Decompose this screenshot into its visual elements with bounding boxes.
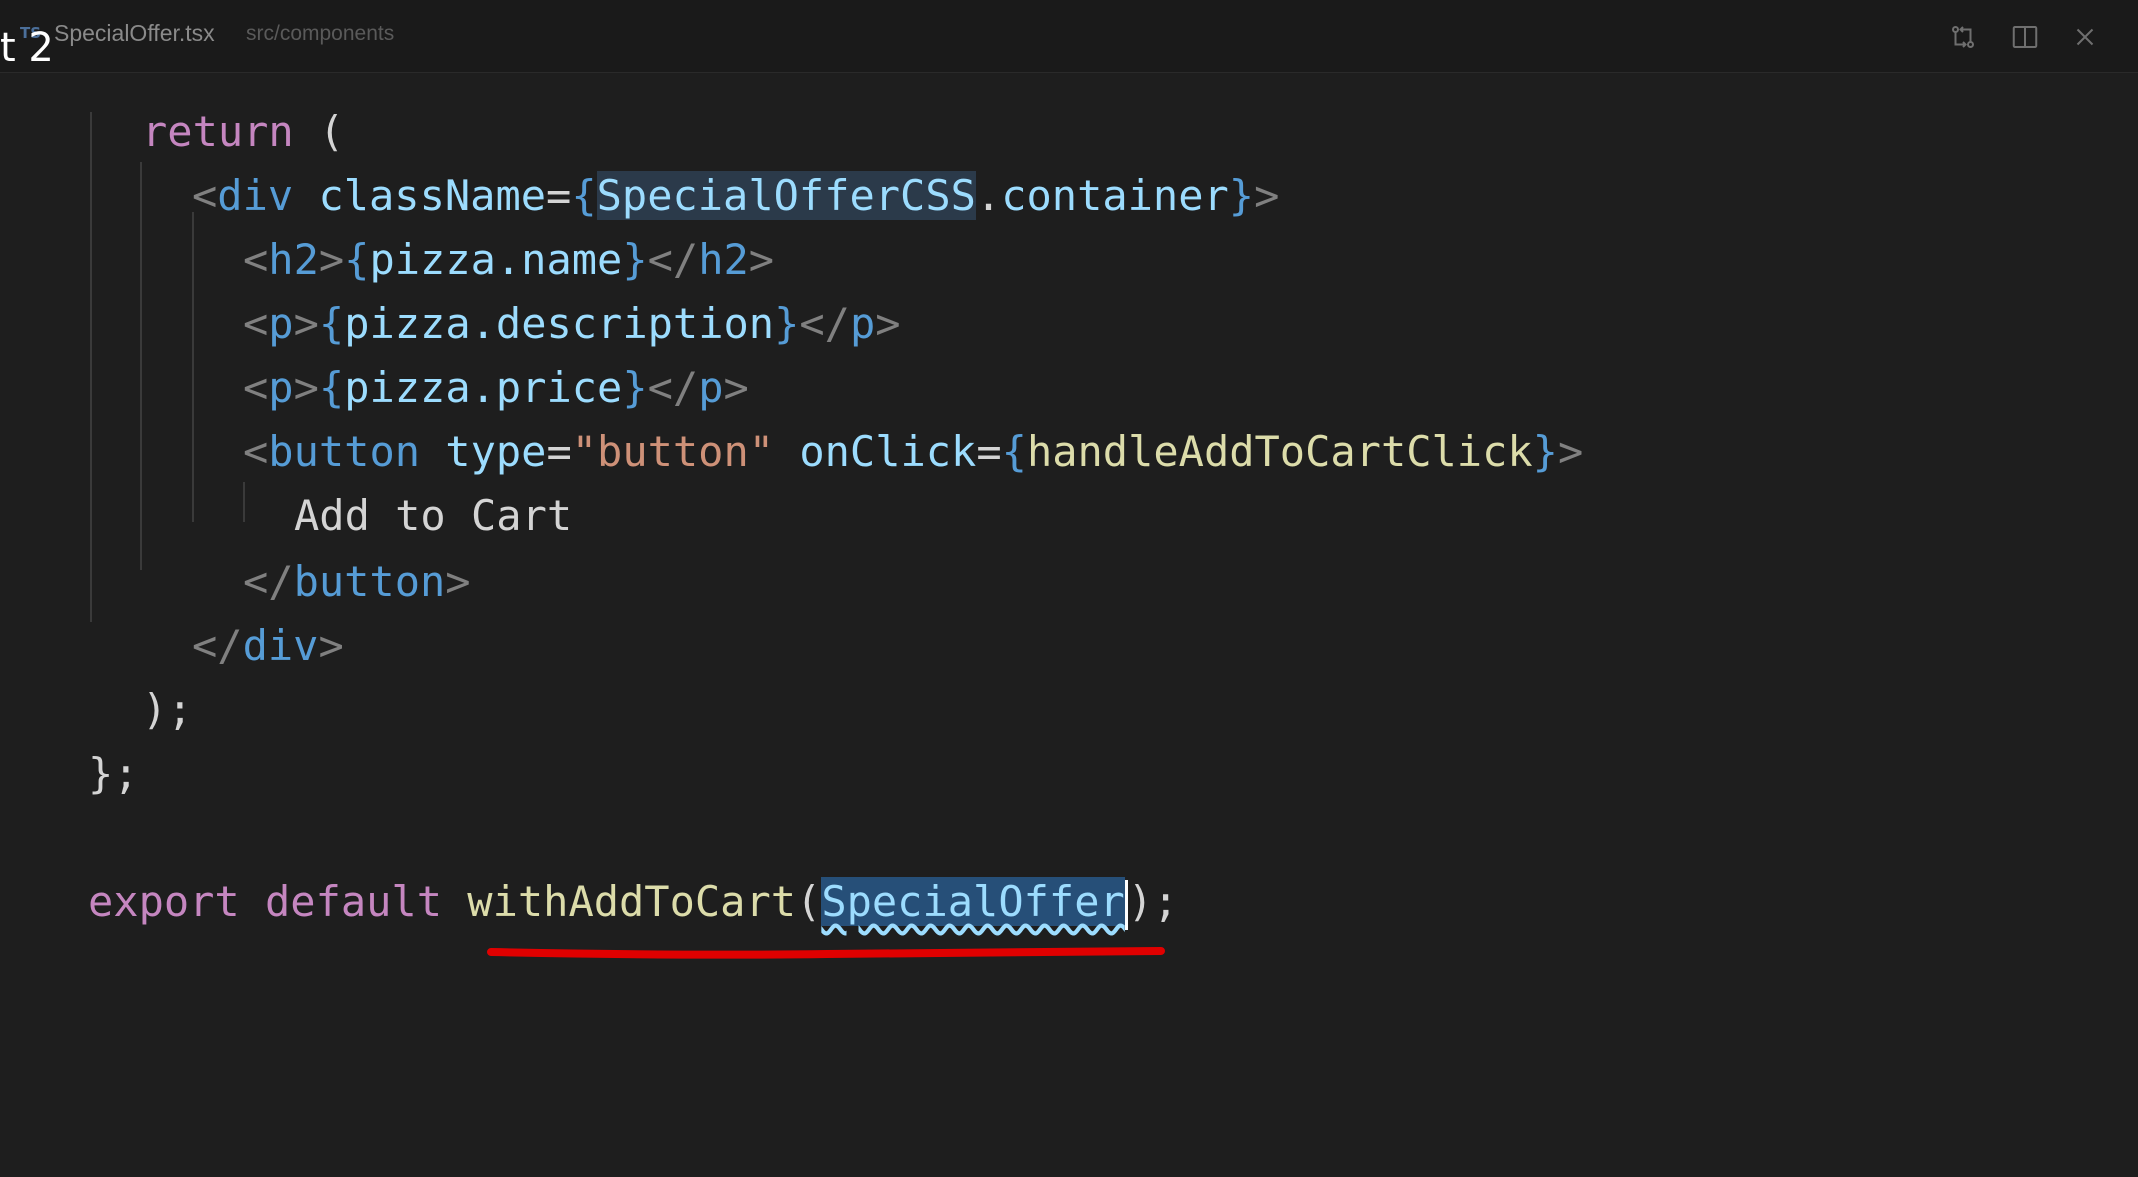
code-line-4: <p>{pizza.description}</p> xyxy=(243,299,901,348)
indent-guide xyxy=(243,482,245,522)
code-line-5: <p>{pizza.price}</p> xyxy=(243,363,749,412)
code-line-3: <h2>{pizza.name}</h2> xyxy=(243,235,775,284)
overlay-caption: t 2 xyxy=(0,25,54,71)
compare-changes-icon[interactable] xyxy=(1946,20,1980,54)
code-line-2: <div className={SpecialOfferCSS.containe… xyxy=(192,171,1280,220)
file-tab-name[interactable]: SpecialOffer.tsx xyxy=(54,20,215,47)
code-editor[interactable]: return ( <div className={SpecialOfferCSS… xyxy=(0,72,2138,1177)
indent-guide xyxy=(140,162,142,570)
editor-title-bar: TS SpecialOffer.tsx src/components t 2 xyxy=(0,0,2138,73)
split-editor-icon[interactable] xyxy=(2008,20,2042,54)
selected-identifier[interactable]: SpecialOffer xyxy=(821,877,1125,926)
code-line-10: ); xyxy=(142,685,193,734)
code-line-6: <button type="button" onClick={handleAdd… xyxy=(243,427,1584,476)
code-line-11: }; xyxy=(88,749,139,798)
code-line-7: Add to Cart xyxy=(294,491,573,540)
code-line-9: </div> xyxy=(192,621,344,670)
close-icon[interactable] xyxy=(2068,20,2102,54)
code-line-8: </button> xyxy=(243,557,471,606)
file-tab-path: src/components xyxy=(246,22,395,45)
code-line-12: export default withAddToCart(SpecialOffe… xyxy=(88,872,1178,932)
code-line-1: return ( xyxy=(142,107,345,156)
indent-guide xyxy=(90,112,92,622)
indent-guide xyxy=(192,212,194,522)
red-annotation-underline xyxy=(487,947,1165,959)
